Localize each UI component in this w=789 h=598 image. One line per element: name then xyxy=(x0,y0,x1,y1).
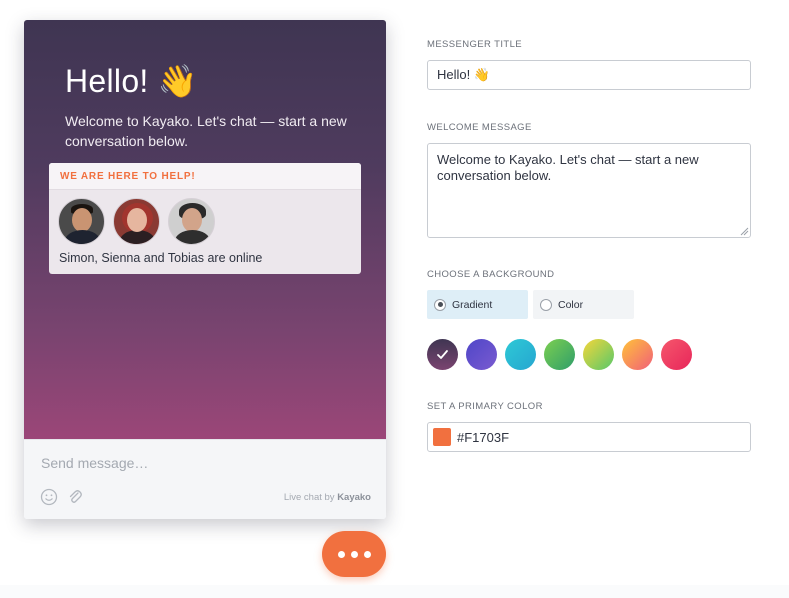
color-preview-chip[interactable] xyxy=(433,428,451,446)
radio-icon[interactable] xyxy=(540,298,552,311)
background-label: CHOOSE A BACKGROUND xyxy=(427,269,555,280)
swatch-dark-purple[interactable] xyxy=(427,339,458,370)
welcome-message-label: WELCOME MESSAGE xyxy=(427,122,532,133)
primary-color-input[interactable]: #F1703F xyxy=(427,422,751,452)
swatch-green[interactable] xyxy=(544,339,575,370)
messenger-header: Hello! 👋 Welcome to Kayako. Let's chat —… xyxy=(24,20,386,439)
dot-icon xyxy=(350,550,358,558)
online-status: Simon, Sienna and Tobias are online xyxy=(59,251,263,265)
messenger-title-input[interactable] xyxy=(427,60,751,90)
dot-icon xyxy=(363,550,371,558)
agent-avatars xyxy=(58,198,215,245)
primary-color-label: SET A PRIMARY COLOR xyxy=(427,401,543,412)
send-message-input[interactable]: Send message… xyxy=(41,455,148,471)
message-composer: Send message… Live chat by Kayako xyxy=(24,439,386,519)
page-footer-strip xyxy=(0,585,789,598)
team-card-heading: WE ARE HERE TO HELP! xyxy=(49,163,361,190)
swatch-orange-pink[interactable] xyxy=(622,339,653,370)
checkmark-icon xyxy=(437,350,448,359)
powered-by-text: Live chat by xyxy=(283,492,335,503)
resize-handle-icon[interactable] xyxy=(740,227,749,236)
avatar-simon xyxy=(58,198,105,245)
primary-color-value: #F1703F xyxy=(457,430,510,445)
swatch-cyan[interactable] xyxy=(505,339,536,370)
messenger-title-label: MESSENGER TITLE xyxy=(427,39,523,50)
attachment-icon[interactable] xyxy=(66,488,84,506)
messenger-launcher-button[interactable] xyxy=(322,531,386,577)
team-card: WE ARE HERE TO HELP! Simon, Sienna and T… xyxy=(49,163,361,274)
emoji-icon[interactable] xyxy=(40,488,58,506)
welcome-message-input[interactable]: Welcome to Kayako. Let's chat — start a … xyxy=(427,143,751,238)
background-color-option[interactable]: Color xyxy=(533,290,634,319)
background-gradient-option[interactable]: Gradient xyxy=(427,290,528,319)
color-option-label: Color xyxy=(558,298,584,311)
swatch-lime-yellow[interactable] xyxy=(583,339,614,370)
messenger-greeting: Hello! 👋 xyxy=(65,63,198,99)
gradient-option-label: Gradient xyxy=(452,298,493,311)
powered-by-brand: Kayako xyxy=(337,492,371,503)
avatar-tobias xyxy=(168,198,215,245)
swatch-red-pink[interactable] xyxy=(661,339,692,370)
radio-selected-icon[interactable] xyxy=(434,298,446,311)
dot-icon xyxy=(337,550,345,558)
avatar-sienna xyxy=(113,198,160,245)
messenger-preview: Hello! 👋 Welcome to Kayako. Let's chat —… xyxy=(24,20,386,519)
swatch-indigo[interactable] xyxy=(466,339,497,370)
powered-by: Live chat by Kayako xyxy=(284,492,371,503)
messenger-welcome-text: Welcome to Kayako. Let's chat — start a … xyxy=(65,113,347,149)
